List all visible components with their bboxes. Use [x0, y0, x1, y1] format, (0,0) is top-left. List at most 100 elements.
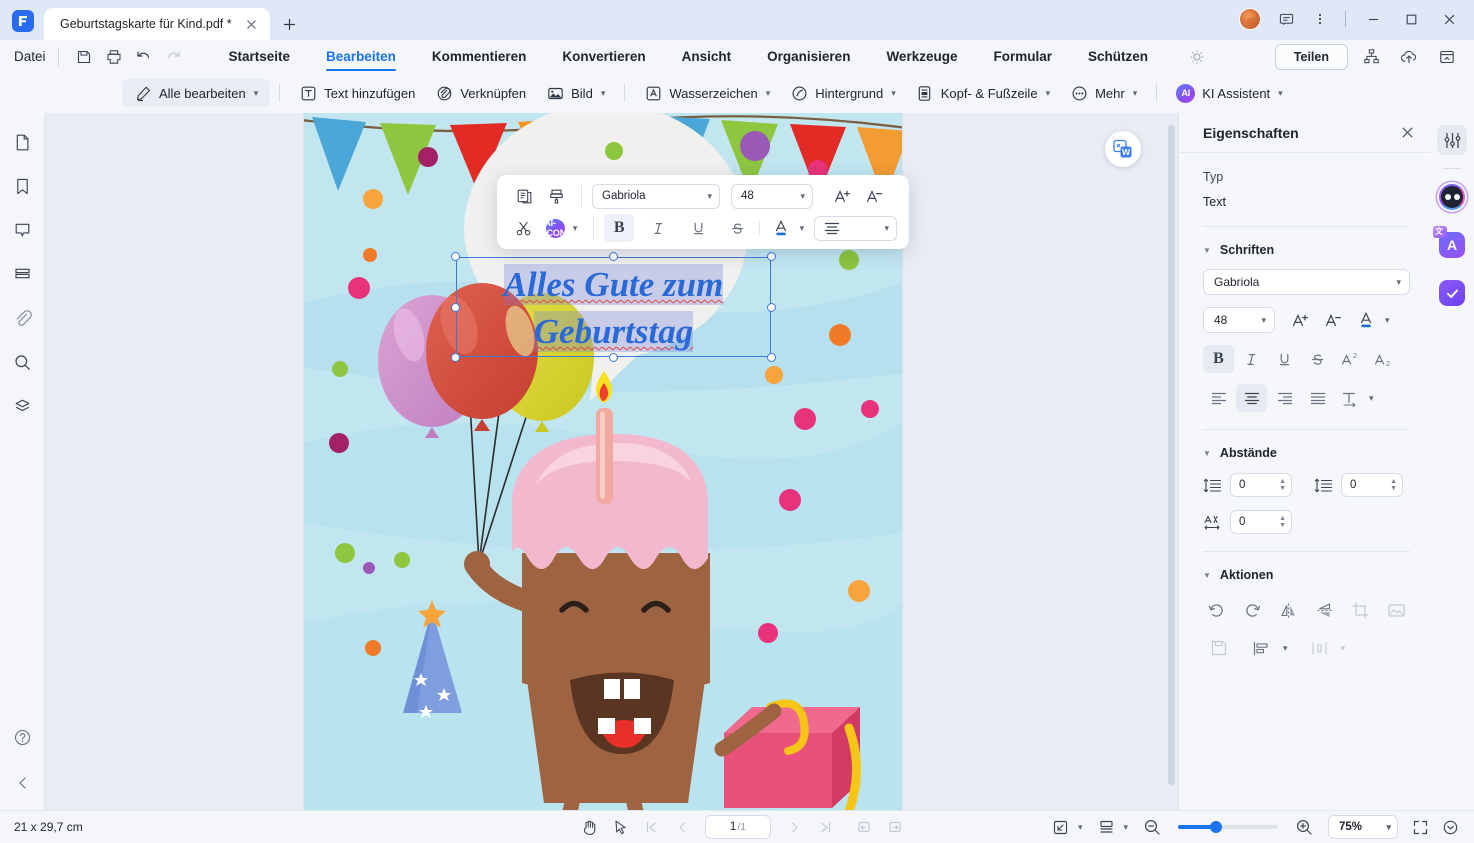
close-window-button[interactable] [1432, 6, 1466, 32]
document-scrollbar[interactable] [1168, 125, 1175, 785]
align-right-button[interactable] [1269, 384, 1300, 412]
font-color-button[interactable] [767, 214, 796, 242]
format-painter-icon[interactable] [541, 182, 571, 210]
fullscreen-button[interactable] [1406, 815, 1434, 839]
stepper-arrows-icon[interactable]: ▲ ▼ [1279, 478, 1286, 492]
tab-organisieren[interactable]: Organisieren [749, 40, 868, 73]
copy-icon[interactable] [509, 182, 539, 210]
resize-handle-bottom-right[interactable] [767, 353, 776, 362]
tips-bulb-icon[interactable] [1180, 44, 1214, 70]
character-spacing-input[interactable]: 0 ▲ ▼ [1230, 510, 1292, 534]
chevron-down-icon[interactable]: ▾ [1283, 643, 1288, 654]
sidebar-item-bookmark[interactable] [7, 171, 37, 201]
translate-icon[interactable]: A [1433, 226, 1467, 260]
sidebar-item-search[interactable] [7, 347, 37, 377]
resize-handle-top-right[interactable] [767, 252, 776, 261]
share-button[interactable]: Teilen [1274, 43, 1348, 70]
resize-handle-top-left[interactable] [451, 252, 460, 261]
save-icon[interactable] [69, 44, 99, 70]
fonts-section-header[interactable]: ▼ Schriften [1203, 243, 1410, 257]
file-menu[interactable]: Datei [14, 49, 46, 64]
flip-vertical-icon[interactable] [1311, 596, 1338, 624]
hand-tool-icon[interactable] [575, 815, 603, 839]
page-fit-icon[interactable] [1047, 815, 1075, 839]
zoom-out-button[interactable] [1138, 815, 1166, 839]
italic-button[interactable] [1236, 345, 1267, 373]
flip-horizontal-icon[interactable] [1275, 596, 1302, 624]
undo-icon[interactable] [129, 44, 159, 70]
more-button[interactable]: Mehr ▾ [1060, 79, 1147, 107]
tab-formular[interactable]: Formular [975, 40, 1070, 73]
stepper-arrows-icon[interactable]: ▲ ▼ [1279, 515, 1286, 529]
organization-icon[interactable] [1356, 44, 1386, 70]
paragraph-spacing-input[interactable]: 0 ▲ ▼ [1341, 473, 1403, 497]
stepper-arrows-icon[interactable]: ▲ ▼ [1390, 478, 1397, 492]
more-view-options-button[interactable] [1436, 815, 1464, 839]
line-spacing-input[interactable]: 0 ▲ ▼ [1230, 473, 1292, 497]
collapse-ribbon-icon[interactable] [1432, 44, 1462, 70]
rotate-right-icon[interactable] [1239, 596, 1266, 624]
sidebar-item-attachment[interactable] [7, 303, 37, 333]
close-tab-icon[interactable] [242, 14, 262, 34]
subscript-button[interactable]: 2 [1368, 345, 1399, 373]
chevron-down-icon[interactable]: ▾ [1123, 822, 1128, 833]
sidebar-item-thumbnails[interactable] [7, 127, 37, 157]
bold-button[interactable]: B [604, 214, 634, 242]
cloud-upload-icon[interactable] [1394, 44, 1424, 70]
tab-kommentieren[interactable]: Kommentieren [414, 40, 545, 73]
page-layout-icon[interactable] [1092, 815, 1120, 839]
bold-button[interactable]: B [1203, 345, 1234, 373]
text-align-select[interactable]: ▾ [814, 215, 897, 241]
image-button[interactable]: Bild ▾ [536, 79, 615, 107]
ai-assistant-button[interactable]: AI KI Assistent ▾ [1166, 79, 1292, 107]
tab-werkzeuge[interactable]: Werkzeuge [868, 40, 975, 73]
watermark-button[interactable]: Wasserzeichen ▾ [634, 79, 780, 107]
collapse-sidebar-icon[interactable] [8, 768, 38, 798]
chevron-down-icon[interactable]: ▾ [1369, 393, 1374, 404]
tab-ansicht[interactable]: Ansicht [664, 40, 750, 73]
tab-konvertieren[interactable]: Konvertieren [544, 40, 663, 73]
help-icon[interactable] [8, 722, 38, 752]
chevron-down-icon[interactable]: ▾ [800, 223, 805, 234]
align-justify-button[interactable] [1302, 384, 1333, 412]
check-tasks-icon[interactable] [1437, 278, 1467, 308]
strikethrough-button[interactable] [723, 214, 752, 242]
actions-section-header[interactable]: ▼ Aktionen [1203, 568, 1410, 582]
link-button[interactable]: Verknüpfen [425, 79, 536, 107]
convert-to-word-button[interactable]: W [1105, 131, 1141, 167]
ai-robot-icon[interactable] [1437, 182, 1467, 212]
avatar[interactable] [1239, 8, 1261, 30]
font-size-select[interactable]: 48 ▾ [731, 183, 813, 209]
tab-startseite[interactable]: Startseite [211, 40, 309, 73]
zoom-slider-handle[interactable] [1210, 821, 1222, 833]
tab-schuetzen[interactable]: Schützen [1070, 40, 1166, 73]
increase-font-size-icon[interactable] [827, 182, 857, 210]
ai-icon[interactable]: ai-icon [540, 214, 569, 242]
document-tab[interactable]: Geburtstagskarte für Kind.pdf * [44, 8, 270, 40]
selected-text-object[interactable]: Alles Gute zum Geburtstag [451, 252, 776, 362]
font-family-select[interactable]: Gabriola ▾ [592, 183, 720, 209]
sidebar-item-comment[interactable] [7, 215, 37, 245]
maximize-button[interactable] [1394, 6, 1428, 32]
zoom-in-button[interactable] [1290, 815, 1318, 839]
card-text[interactable]: Alles Gute zum Geburtstag [456, 261, 771, 355]
resize-handle-top-center[interactable] [609, 252, 618, 261]
tab-bearbeiten[interactable]: Bearbeiten [308, 40, 414, 73]
zoom-level-select[interactable]: 75% ▾ [1328, 815, 1398, 839]
edit-all-button[interactable]: Alle bearbeiten ▾ [122, 79, 271, 107]
resize-handle-middle-left[interactable] [451, 302, 460, 312]
new-tab-button[interactable] [280, 14, 300, 34]
decrease-font-size-icon[interactable] [859, 182, 889, 210]
underline-button[interactable] [1269, 345, 1300, 373]
chevron-down-icon[interactable]: ▾ [573, 223, 578, 234]
decrease-font-size-icon[interactable] [1318, 306, 1349, 334]
page-number-input[interactable]: 1 /1 [705, 815, 771, 839]
properties-font-select[interactable]: Gabriola ▾ [1203, 269, 1410, 295]
feedback-icon[interactable] [1271, 6, 1301, 32]
increase-font-size-icon[interactable] [1285, 306, 1316, 334]
align-left-button[interactable] [1203, 384, 1234, 412]
resize-handle-bottom-left[interactable] [451, 353, 460, 362]
sidebar-item-layers[interactable] [7, 259, 37, 289]
more-options-icon[interactable] [1305, 6, 1335, 32]
superscript-button[interactable]: 2 [1335, 345, 1366, 373]
